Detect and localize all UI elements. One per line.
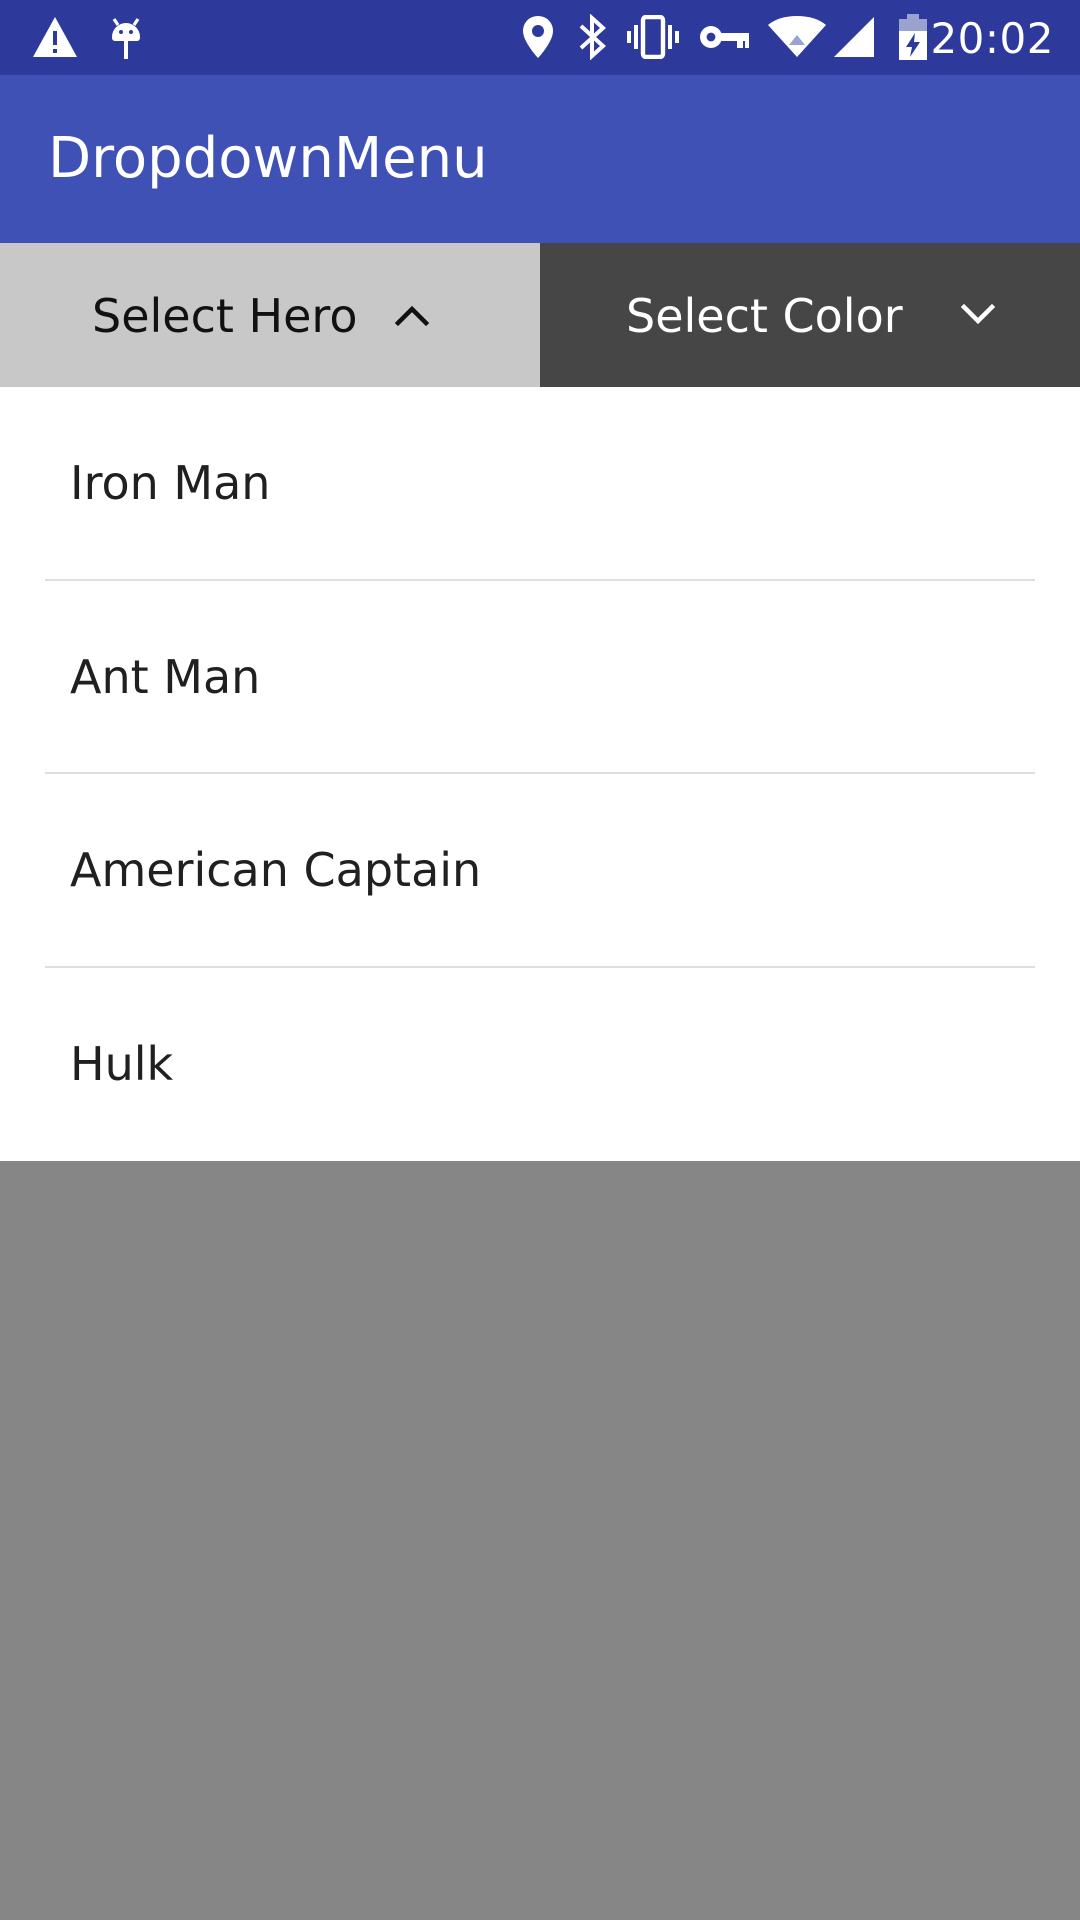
cell-signal-icon — [830, 12, 878, 62]
screen: 20:02 DropdownMenu Select Hero Select Co… — [0, 0, 1080, 1920]
vpn-key-icon — [698, 12, 752, 62]
list-item-iron-man[interactable]: Iron Man — [0, 387, 1080, 581]
select-hero-label: Select Hero — [92, 289, 358, 343]
status-time: 20:02 — [930, 14, 1054, 63]
app-title: DropdownMenu — [48, 126, 488, 191]
select-color-label: Select Color — [626, 289, 903, 343]
list-item-ant-man[interactable]: Ant Man — [0, 581, 1080, 774]
app-bar: DropdownMenu — [0, 75, 1080, 243]
bluetooth-icon — [574, 12, 610, 62]
status-bar: 20:02 — [0, 0, 1080, 75]
list-item-label: Iron Man — [70, 456, 271, 510]
list-item-label: Hulk — [70, 1036, 174, 1091]
list-item-label: Ant Man — [70, 649, 261, 704]
warning-icon — [28, 12, 82, 62]
select-color-tab[interactable]: Select Color — [540, 243, 1080, 387]
vibrate-icon — [624, 12, 682, 62]
chevron-up-icon — [392, 297, 432, 333]
select-hero-tab[interactable]: Select Hero — [0, 243, 540, 387]
battery-charging-icon — [896, 12, 930, 62]
list-item-label: American Captain — [70, 843, 482, 897]
dropdown-tabs: Select Hero Select Color — [0, 243, 1080, 387]
list-item-hulk[interactable]: Hulk — [0, 968, 1080, 1162]
hero-dropdown-list: Iron Man Ant Man American Captain Hulk — [0, 387, 1080, 1161]
wifi-icon — [766, 12, 828, 62]
list-item-american-captain[interactable]: American Captain — [0, 774, 1080, 968]
dropdown-scrim[interactable] — [0, 1161, 1080, 1920]
android-debug-icon — [104, 12, 148, 62]
chevron-down-icon — [958, 297, 998, 333]
location-icon — [518, 12, 558, 62]
